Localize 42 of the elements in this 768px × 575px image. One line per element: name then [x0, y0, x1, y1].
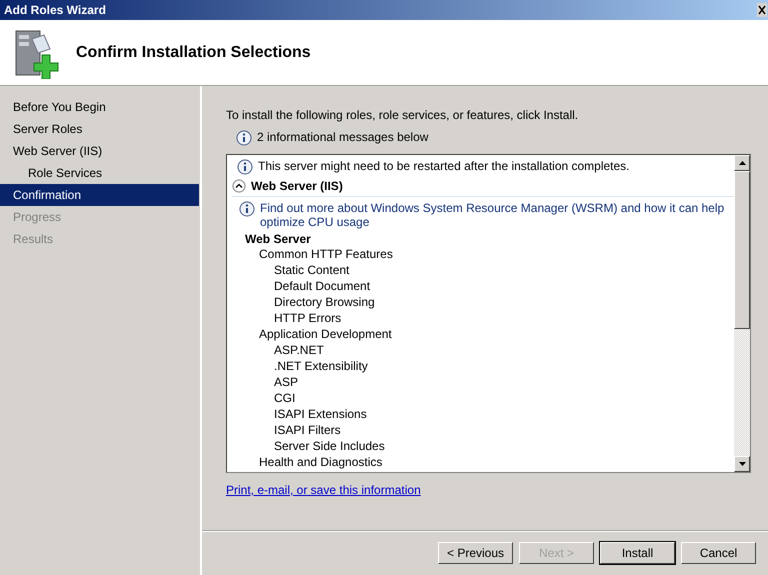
- wizard-step[interactable]: Before You Begin: [0, 96, 199, 118]
- feature-item: Static Content: [274, 262, 350, 278]
- feature-item: .NET Extensibility: [274, 358, 369, 374]
- feature-item: HTTP Errors: [274, 310, 342, 326]
- feature-item: Health and Diagnostics: [259, 454, 384, 470]
- info-link[interactable]: Find out more about Windows System Resource Manager (WSRM) and how it can help optimize CPU usage: [260, 201, 734, 229]
- up-arrow-icon: [738, 161, 746, 165]
- wizard-step[interactable]: Web Server (IIS): [0, 140, 199, 162]
- message-text: This server might need to be restarted after the installation completes.: [258, 159, 630, 173]
- info-icon: [239, 201, 255, 217]
- wizard-step[interactable]: Role Services: [0, 162, 199, 184]
- feature-item: CGI: [274, 390, 296, 406]
- feature-item: ASP.NET: [274, 342, 325, 358]
- close-icon[interactable]: [757, 3, 767, 17]
- scroll-thumb[interactable]: [734, 171, 750, 329]
- feature-item: Default Document: [274, 278, 372, 294]
- wizard-button[interactable]: Install: [600, 542, 675, 564]
- info-icon: [237, 159, 253, 175]
- scroll-up-button[interactable]: [734, 155, 750, 171]
- scrollbar[interactable]: [734, 155, 750, 472]
- wizard-step[interactable]: Server Roles: [0, 118, 199, 140]
- wizard-button[interactable]: Cancel: [681, 542, 756, 564]
- feature-item: ISAPI Filters: [274, 422, 342, 438]
- feature-item: Application Development: [259, 326, 393, 342]
- info-summary: 2 informational messages below: [257, 130, 428, 144]
- instruction-text: To install the following roles, role services, or features, click Install.: [226, 108, 578, 122]
- wizard-step[interactable]: Confirmation: [0, 184, 199, 206]
- scroll-down-button[interactable]: [734, 456, 750, 472]
- print-link[interactable]: Print, e-mail, or save this information: [226, 483, 421, 497]
- group-title: Web Server: [245, 232, 312, 246]
- collapse-icon[interactable]: [232, 179, 246, 193]
- info-icon: [236, 130, 252, 146]
- feature-item: ISAPI Extensions: [274, 406, 368, 422]
- section-title: Web Server (IIS): [251, 179, 343, 193]
- wizard-button[interactable]: < Previous: [438, 542, 513, 564]
- window-title: Add Roles Wizard: [4, 3, 106, 17]
- feature-item: Server Side Includes: [274, 438, 386, 454]
- down-arrow-icon: [738, 462, 746, 466]
- feature-item: Directory Browsing: [274, 294, 376, 310]
- page-title: Confirm Installation Selections: [76, 44, 311, 62]
- feature-item: ASP: [274, 374, 300, 390]
- feature-item: Common HTTP Features: [259, 246, 394, 262]
